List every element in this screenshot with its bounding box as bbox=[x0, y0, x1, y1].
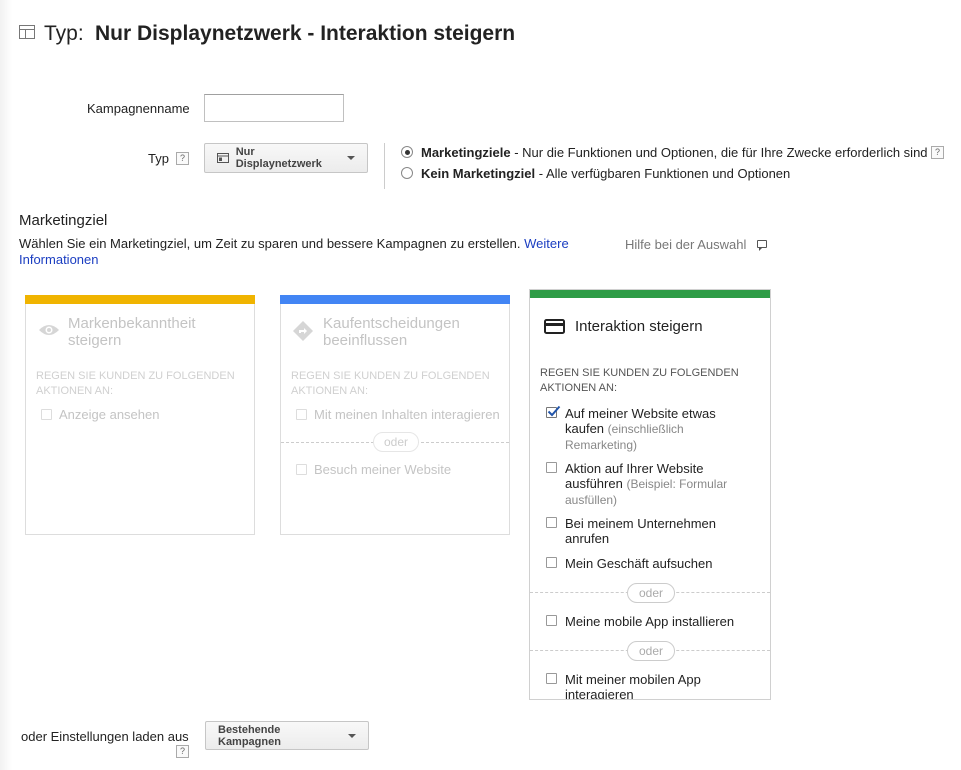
or-separator: oder bbox=[373, 432, 419, 452]
credit-card-icon bbox=[544, 319, 565, 334]
radio-marketing-goals-title: Marketingziele bbox=[421, 145, 511, 160]
marketing-goal-heading: Marketingziel bbox=[19, 212, 108, 229]
page-title: Nur Displaynetzwerk - Interaktion steige… bbox=[95, 22, 516, 45]
radio-no-marketing-goal-text: - Alle verfügbaren Funktionen und Option… bbox=[535, 166, 791, 181]
checkbox[interactable] bbox=[546, 673, 557, 684]
checkbox[interactable] bbox=[546, 462, 557, 473]
chevron-down-icon bbox=[347, 156, 355, 160]
checkmark-icon bbox=[547, 405, 561, 417]
help-choosing-link[interactable]: Hilfe bei der Auswahl bbox=[625, 237, 746, 252]
campaign-type-dropdown[interactable]: Nur Displaynetzwerk bbox=[204, 143, 368, 173]
card-title: Markenbekanntheit steigern bbox=[68, 315, 196, 349]
checkbox[interactable] bbox=[296, 464, 307, 475]
campaign-name-input[interactable] bbox=[204, 94, 344, 122]
radio-marketing-goals-text: - Nur die Funktionen und Optionen, die f… bbox=[510, 145, 928, 160]
directions-icon bbox=[293, 321, 313, 341]
marketing-goal-description: Wählen Sie ein Marketingziel, um Zeit zu… bbox=[19, 236, 589, 268]
type-help-icon[interactable]: ? bbox=[176, 152, 189, 165]
chat-bubble-icon[interactable] bbox=[757, 240, 767, 251]
option-visit-store: Mein Geschäft aufsuchen bbox=[565, 556, 713, 571]
checkbox[interactable] bbox=[296, 409, 307, 420]
load-settings-label: oder Einstellungen laden aus bbox=[21, 729, 189, 744]
existing-campaigns-dropdown[interactable]: Bestehende Kampagnen bbox=[205, 721, 369, 750]
option-call-business: Bei meinem Unternehmen anrufen bbox=[565, 516, 717, 546]
option-website-action: Aktion auf Ihrer Website ausführen (Beis… bbox=[565, 461, 740, 508]
radio-no-marketing-goal[interactable] bbox=[401, 167, 413, 179]
description-text: Wählen Sie ein Marketingziel, um Zeit zu… bbox=[19, 236, 521, 251]
load-settings-help-icon[interactable]: ? bbox=[176, 745, 189, 758]
page-edge-shade bbox=[0, 0, 12, 770]
display-network-icon bbox=[217, 153, 229, 163]
card-title: Kaufentscheidungen beeinflussen bbox=[323, 315, 460, 349]
layout-icon bbox=[19, 25, 35, 39]
goal-card-purchase-decisions[interactable]: Kaufentscheidungen beeinflussen REGEN SI… bbox=[280, 295, 510, 535]
option-install-app: Meine mobile App installieren bbox=[565, 614, 735, 629]
chevron-down-icon bbox=[348, 733, 356, 738]
card-color-bar bbox=[280, 295, 510, 304]
card-color-bar bbox=[25, 295, 255, 304]
option-view-ad: Anzeige ansehen bbox=[59, 407, 160, 422]
checkbox[interactable] bbox=[546, 557, 557, 568]
or-separator: oder bbox=[627, 641, 675, 661]
card-subtitle: REGEN SIE KUNDEN ZU FOLGENDEN AKTIONEN A… bbox=[540, 367, 739, 394]
checkbox[interactable] bbox=[41, 409, 52, 420]
existing-campaigns-label: Bestehende Kampagnen bbox=[218, 723, 281, 748]
campaign-name-label: Kampagnenname bbox=[87, 101, 190, 116]
radio-no-marketing-goal-title: Kein Marketingziel bbox=[421, 166, 536, 181]
option-buy-on-website: Auf meiner Website etwas kaufen (einschl… bbox=[565, 406, 730, 453]
page-title-prefix: Typ: bbox=[44, 22, 84, 45]
goal-card-increase-engagement[interactable]: Interaktion steigern REGEN SIE KUNDEN ZU… bbox=[529, 289, 771, 700]
marketing-goals-help-icon[interactable]: ? bbox=[931, 146, 944, 159]
card-subtitle: REGEN SIE KUNDEN ZU FOLGENDEN AKTIONEN A… bbox=[291, 370, 490, 397]
checkbox[interactable] bbox=[546, 615, 557, 626]
eye-icon bbox=[39, 325, 59, 335]
card-title: Interaktion steigern bbox=[575, 318, 703, 335]
checkbox-checked[interactable] bbox=[546, 405, 561, 418]
campaign-type-label: Nur Displaynetzwerk bbox=[235, 146, 322, 170]
goal-card-brand-awareness[interactable]: Markenbekanntheit steigern REGEN SIE KUN… bbox=[25, 295, 255, 535]
divider bbox=[384, 143, 385, 189]
option-visit-website: Besuch meiner Website bbox=[314, 462, 452, 477]
option-interact-content: Mit meinen Inhalten interagieren bbox=[314, 407, 500, 422]
card-subtitle: REGEN SIE KUNDEN ZU FOLGENDEN AKTIONEN A… bbox=[36, 370, 235, 397]
option-engage-app: Mit meiner mobilen App interagieren bbox=[565, 672, 701, 700]
radio-no-marketing-goal-label[interactable]: Kein Marketingziel - Alle verfügbaren Fu… bbox=[421, 166, 790, 181]
card-color-bar bbox=[530, 290, 770, 298]
type-label: Typ bbox=[148, 151, 169, 166]
or-separator: oder bbox=[627, 583, 675, 603]
radio-marketing-goals-label[interactable]: Marketingziele - Nur die Funktionen und … bbox=[421, 145, 928, 160]
radio-marketing-goals[interactable] bbox=[401, 146, 413, 158]
checkbox[interactable] bbox=[546, 517, 557, 528]
